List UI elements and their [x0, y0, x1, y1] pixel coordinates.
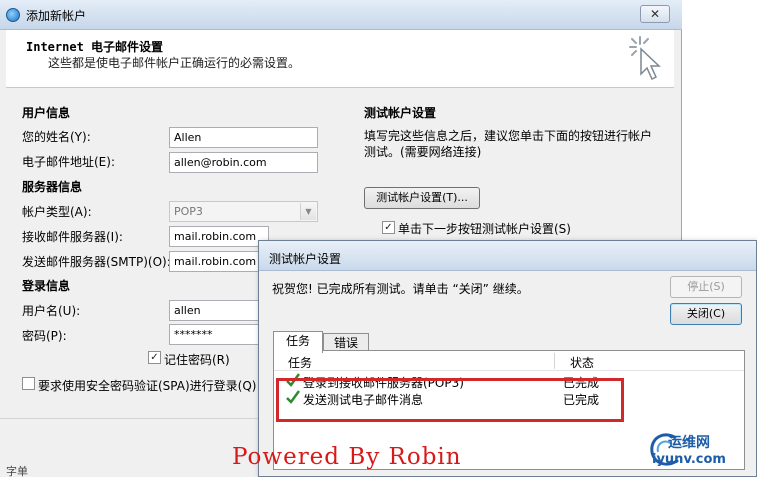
logo-name: 运维网: [668, 435, 710, 451]
test-settings-description-line1: 填写完这些信息之后，建议您单击下面的按钮进行帐户: [364, 129, 653, 143]
header-title: Internet 电子邮件设置: [26, 40, 164, 54]
watermark-text: Powered By Robin: [232, 444, 462, 470]
window-titlebar[interactable]: 添加新帐户 ✕: [0, 0, 682, 30]
email-field[interactable]: allen@robin.com: [169, 152, 318, 173]
outgoing-server-field[interactable]: mail.robin.com: [169, 251, 269, 272]
password-label: 密码(P):: [22, 329, 67, 343]
remember-password-checkbox[interactable]: ✓: [148, 351, 161, 364]
auto-test-label: 单击下一步按钮测试帐户设置(S): [398, 222, 571, 236]
window-close-button[interactable]: ✕: [640, 5, 670, 23]
logo-url: iyunv.com: [652, 452, 726, 467]
auto-test-checkbox[interactable]: ✓: [382, 221, 395, 234]
account-type-select: POP3 ▼: [169, 201, 318, 222]
dialog-title: 测试帐户设置: [269, 252, 342, 266]
header-subtitle: 这些都是使电子邮件帐户正确运行的必需设置。: [48, 56, 301, 70]
task-column-header: 任务: [288, 356, 313, 370]
remember-password-label: 记住密码(R): [164, 353, 230, 367]
site-logo: 运维网 iyunv.com: [646, 430, 756, 474]
outlook-app-icon: [6, 8, 20, 22]
incoming-server-field[interactable]: mail.robin.com: [169, 226, 269, 247]
name-field[interactable]: Allen: [169, 127, 318, 148]
server-info-heading: 服务器信息: [22, 180, 83, 194]
annotation-highlight-box: [276, 378, 624, 422]
spa-checkbox[interactable]: [22, 377, 35, 390]
login-info-heading: 登录信息: [22, 279, 71, 293]
incoming-server-label: 接收邮件服务器(I):: [22, 230, 123, 244]
dialog-message: 祝贺您! 已完成所有测试。请单击 “关闭” 继续。: [272, 282, 529, 296]
user-info-heading: 用户信息: [22, 106, 71, 120]
password-field[interactable]: *******: [169, 324, 269, 345]
account-type-value: POP3: [174, 205, 203, 218]
stop-button[interactable]: 停止(S): [670, 276, 742, 298]
close-button[interactable]: 关闭(C): [670, 303, 742, 325]
header-panel: Internet 电子邮件设置 这些都是使电子邮件帐户正确运行的必需设置。: [6, 30, 674, 88]
column-separator: [554, 353, 555, 369]
chevron-down-icon: ▼: [300, 203, 316, 220]
bottom-partial-text: 字单: [6, 465, 28, 477]
status-column-header: 状态: [570, 356, 595, 370]
dialog-titlebar[interactable]: 测试帐户设置: [259, 241, 756, 271]
username-field[interactable]: allen: [169, 300, 269, 321]
test-account-settings-button[interactable]: 测试帐户设置(T)...: [364, 187, 480, 209]
outgoing-server-label: 发送邮件服务器(SMTP)(O):: [22, 255, 171, 269]
test-settings-heading: 测试帐户设置: [364, 106, 437, 120]
name-label: 您的姓名(Y):: [22, 130, 91, 144]
spa-label: 要求使用安全密码验证(SPA)进行登录(Q): [38, 379, 257, 393]
tasks-header-row: 任务 状态: [274, 351, 744, 371]
click-cursor-icon: [629, 36, 661, 81]
username-label: 用户名(U):: [22, 304, 81, 318]
tab-tasks[interactable]: 任务: [273, 331, 323, 353]
test-settings-description-line2: 测试。(需要网络连接): [364, 145, 482, 159]
account-type-label: 帐户类型(A):: [22, 205, 92, 219]
email-label: 电子邮件地址(E):: [22, 155, 115, 169]
window-title: 添加新帐户: [26, 9, 87, 23]
